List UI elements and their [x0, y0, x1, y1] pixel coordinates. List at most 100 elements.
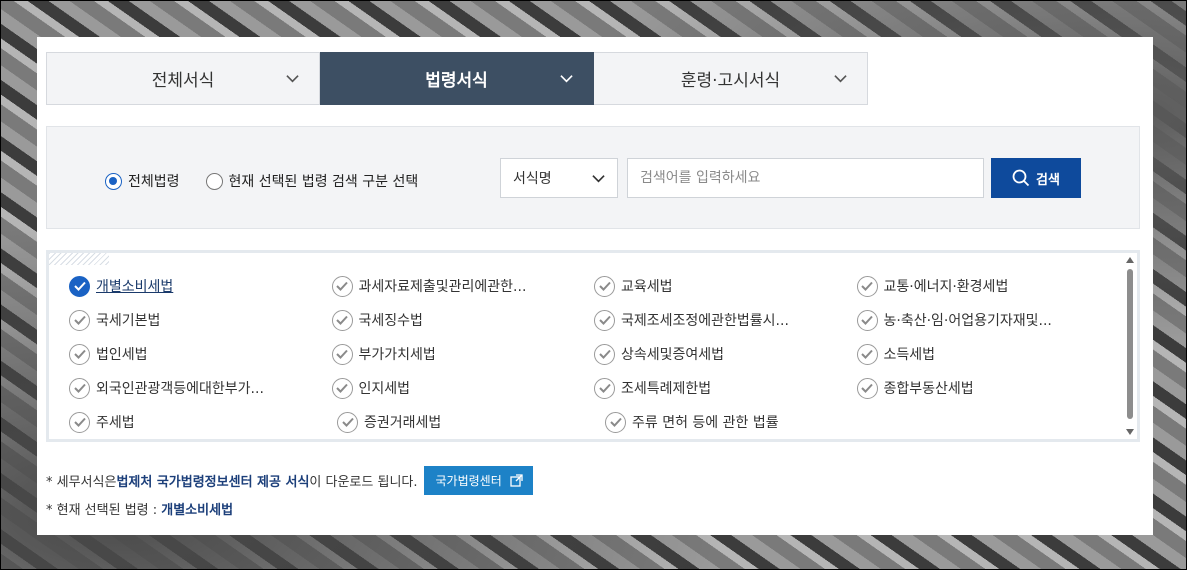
law-item-label: 개별소비세법: [96, 279, 174, 295]
tab-label: 전체서식: [151, 71, 215, 91]
search-area: 전체법령 현재 선택된 법령 검색 구분 선택 서식명 검색: [46, 126, 1140, 229]
form-panel: 전체서식 법령서식 훈령·고시서식 전체법령 현재 선택된 법령 검색 구분 선…: [37, 37, 1153, 535]
law-item-label: 교육세법: [621, 279, 673, 295]
law-item-label: 증권거래세법: [364, 415, 442, 431]
law-item[interactable]: 종합부동산세법: [856, 377, 1120, 399]
law-row: 외국인관광객등에대한부가... 인지세법 조세특례제한법 종합부동산세법: [69, 371, 1119, 405]
check-circle-icon: [594, 343, 615, 365]
law-item[interactable]: 주세법: [69, 411, 337, 433]
check-circle-icon: [331, 343, 353, 365]
check-circle-icon: [337, 411, 358, 433]
check-circle-icon: [331, 275, 353, 297]
selected-law-value: 개별소비세법: [161, 503, 234, 518]
scroll-down-icon[interactable]: [1126, 428, 1134, 436]
note-suffix: 이 다운로드 됩니다.: [309, 475, 418, 490]
law-item-label: 소득세법: [883, 347, 936, 363]
chevron-down-icon: [834, 75, 847, 83]
radio-dot: [105, 172, 122, 190]
check-circle-icon: [69, 411, 90, 433]
radio-all-laws[interactable]: 전체법령: [105, 171, 180, 191]
law-item-label: 교통·에너지·환경세법: [883, 279, 1009, 295]
search-button-label: 검색: [1036, 172, 1060, 188]
radio-label: 전체법령: [128, 174, 180, 190]
search-type-select[interactable]: 서식명: [500, 158, 618, 198]
note-bold: 법제처 국가법령정보센터 제공 서식: [116, 475, 310, 490]
check-circle-icon: [331, 377, 353, 399]
law-item[interactable]: 교육세법: [594, 275, 857, 297]
radio-selected-law[interactable]: 현재 선택된 법령 검색 구분 선택: [205, 171, 419, 191]
law-item[interactable]: 부가가치세법: [331, 343, 595, 365]
check-circle-icon: [856, 377, 878, 399]
law-item-label: 부가가치세법: [358, 347, 436, 363]
select-value: 서식명: [513, 171, 552, 187]
law-item[interactable]: 주류 면허 등에 관한 법률: [605, 411, 873, 433]
law-item[interactable]: 인지세법: [331, 377, 595, 399]
tab-all-forms[interactable]: 전체서식: [46, 52, 320, 105]
law-center-button[interactable]: 국가법령센터: [423, 466, 533, 495]
law-item[interactable]: 외국인관광객등에대한부가...: [69, 377, 332, 399]
scroll-up-icon[interactable]: [1126, 256, 1134, 264]
check-circle-icon: [69, 343, 90, 365]
law-item[interactable]: 조세특례제한법: [594, 377, 857, 399]
search-icon: [1012, 169, 1030, 187]
check-circle-icon: [594, 309, 615, 331]
law-item-label: 조세특례제한법: [621, 381, 712, 397]
radio-dot: [205, 172, 223, 190]
note-prefix: * 현재 선택된 법령 :: [46, 503, 162, 518]
law-row: 개별소비세법 과세자료제출및관리에관한... 교육세법 교통·에너지·환경세법: [69, 269, 1119, 303]
external-link-icon: [510, 474, 523, 487]
law-item-label: 상속세및증여세법: [621, 347, 725, 363]
law-item[interactable]: 교통·에너지·환경세법: [856, 275, 1120, 297]
law-item-label: 국제조세조정에관한법률시...: [621, 313, 789, 329]
tab-law-forms[interactable]: 법령서식: [320, 52, 594, 105]
selected-law-note: * 현재 선택된 법령 : 개별소비세법: [46, 499, 233, 518]
chevron-down-icon: [286, 75, 299, 83]
check-circle-icon: [856, 309, 878, 331]
search-button[interactable]: 검색: [991, 158, 1081, 198]
law-grid: 개별소비세법 과세자료제출및관리에관한... 교육세법 교통·에너지·환경세법국세기본…: [69, 269, 1119, 439]
law-item-label: 농·축산·임·어업용기자재및...: [883, 313, 1052, 329]
download-note: * 세무서식은 법제처 국가법령정보센터 제공 서식 이 다운로드 됩니다. 국…: [46, 466, 533, 495]
law-scope-radio-group: 전체법령 현재 선택된 법령 검색 구분 선택: [105, 171, 444, 191]
law-item[interactable]: 소득세법: [856, 343, 1120, 365]
law-item[interactable]: 법인세법: [69, 343, 332, 365]
check-circle-icon: [69, 377, 90, 399]
law-item-label: 외국인관광객등에대한부가...: [96, 381, 264, 397]
law-row: 주세법 증권거래세법 주류 면허 등에 관한 법률: [69, 405, 1119, 439]
search-input[interactable]: [627, 158, 984, 198]
chevron-down-icon: [592, 175, 605, 183]
check-circle-icon: [69, 275, 90, 297]
law-item-label: 인지세법: [358, 381, 411, 397]
tab-label: 훈령·고시서식: [680, 71, 781, 91]
form-tabs: 전체서식 법령서식 훈령·고시서식: [46, 52, 868, 105]
law-item[interactable]: 농·축산·임·어업용기자재및...: [856, 309, 1120, 331]
law-item[interactable]: 증권거래세법: [337, 411, 605, 433]
scrollbar[interactable]: [1123, 253, 1137, 439]
note-prefix: * 세무서식은: [46, 475, 117, 490]
law-item[interactable]: 국세기본법: [69, 309, 332, 331]
law-item-label: 주류 면허 등에 관한 법률: [632, 415, 779, 431]
law-row: 국세기본법 국세징수법 국제조세조정에관한법률시... 농·축산·임·어업용기자재및.…: [69, 303, 1119, 337]
law-item[interactable]: 국세징수법: [331, 309, 595, 331]
law-item[interactable]: 개별소비세법: [69, 275, 332, 297]
check-circle-icon: [856, 343, 878, 365]
scrollbar-thumb[interactable]: [1127, 269, 1133, 419]
check-circle-icon: [594, 377, 615, 399]
tab-label: 법령서식: [425, 71, 488, 91]
law-item-label: 국세기본법: [96, 313, 161, 329]
check-circle-icon: [331, 309, 353, 331]
check-circle-icon: [605, 411, 626, 433]
decorative-hatch: [49, 253, 109, 265]
law-item[interactable]: 국제조세조정에관한법률시...: [594, 309, 857, 331]
law-item[interactable]: 상속세및증여세법: [594, 343, 857, 365]
law-item-label: 종합부동산세법: [883, 381, 974, 397]
tab-directive-forms[interactable]: 훈령·고시서식: [594, 52, 868, 105]
law-list: 개별소비세법 과세자료제출및관리에관한... 교육세법 교통·에너지·환경세법국세기본…: [46, 250, 1140, 442]
law-item-label: 국세징수법: [358, 313, 423, 329]
law-item-label: 과세자료제출및관리에관한...: [358, 279, 527, 295]
radio-label: 현재 선택된 법령 검색 구분 선택: [228, 174, 419, 190]
check-circle-icon: [856, 275, 878, 297]
check-circle-icon: [69, 309, 90, 331]
chevron-down-icon: [560, 75, 573, 83]
law-item[interactable]: 과세자료제출및관리에관한...: [331, 275, 595, 297]
